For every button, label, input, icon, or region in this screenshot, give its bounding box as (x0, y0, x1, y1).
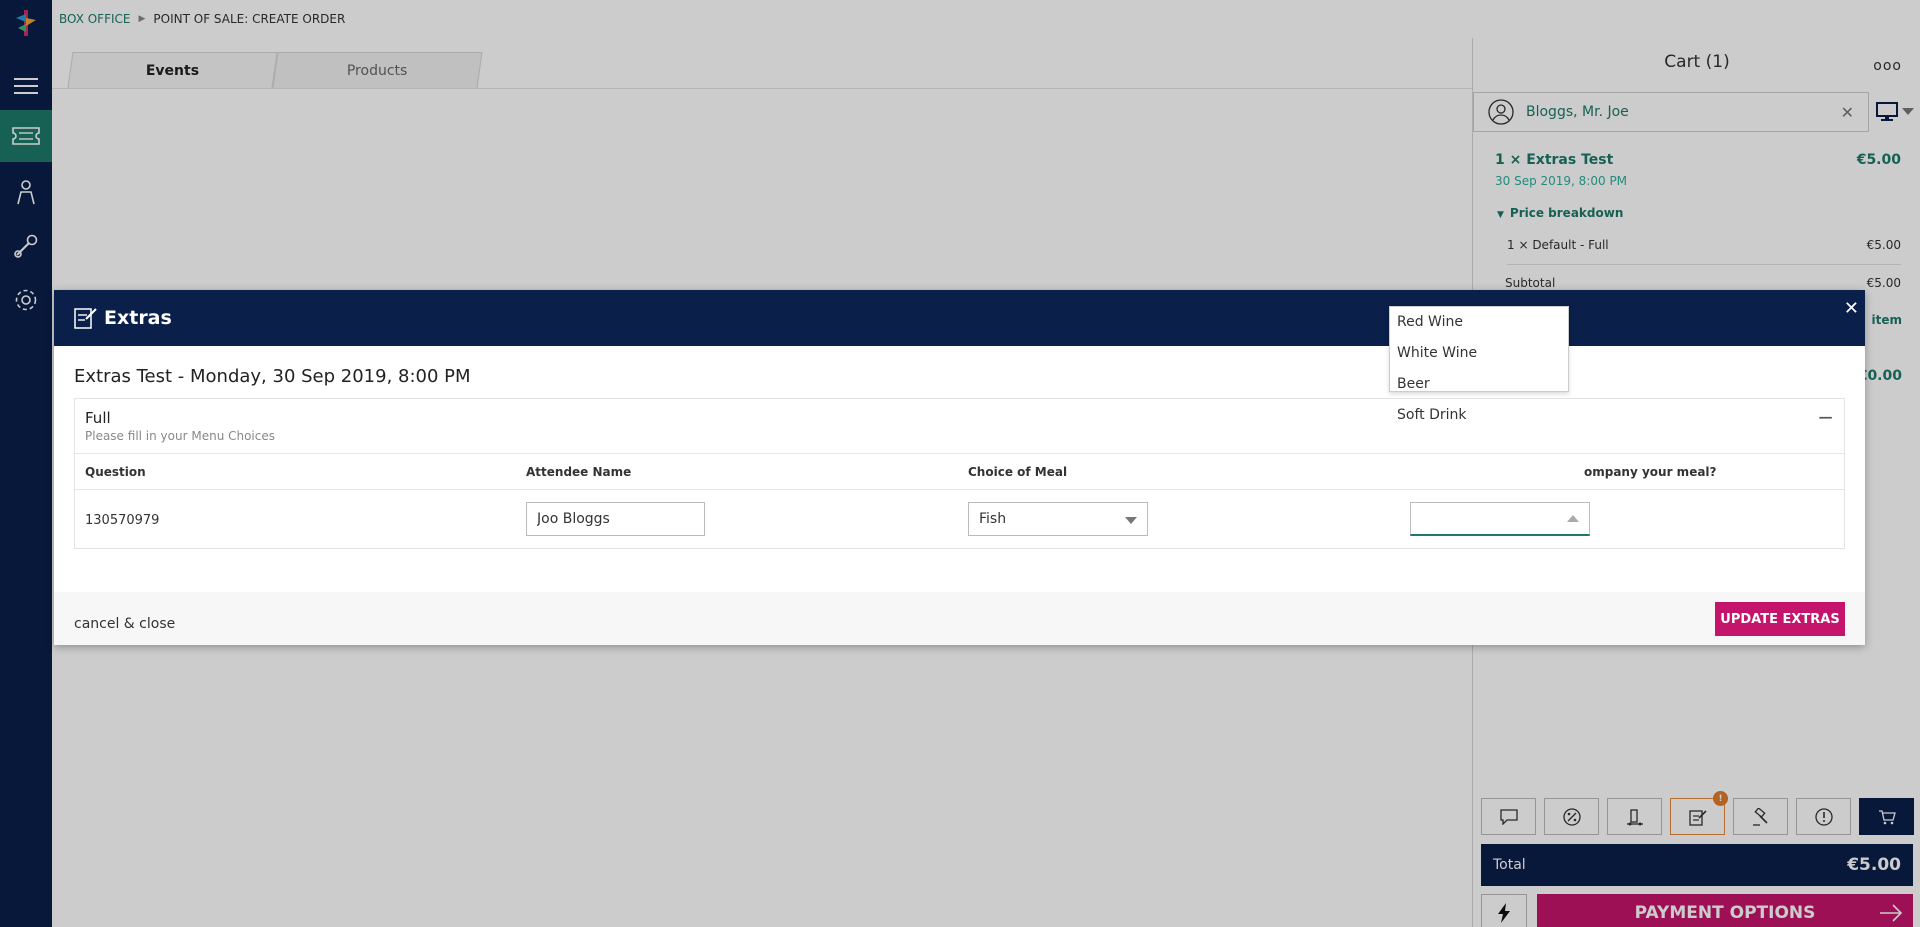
modal-title: Extras (104, 307, 172, 329)
drink-dropdown-menu: Red Wine White Wine Beer Soft Drink (1389, 306, 1569, 423)
header-divider (75, 453, 1844, 454)
drink-option[interactable]: White Wine (1390, 338, 1568, 369)
drink-option[interactable]: Beer (1390, 369, 1568, 400)
column-header-question: Question (85, 465, 146, 479)
extras-form-icon (74, 308, 97, 329)
extras-section: Full Please fill in your Menu Choices − … (74, 398, 1845, 549)
modal-footer: cancel & close UPDATE EXTRAS (54, 592, 1865, 645)
drink-select[interactable] (1410, 502, 1590, 536)
row-divider (75, 489, 1844, 490)
drink-option[interactable]: Red Wine (1390, 307, 1568, 338)
meal-select-value: Fish (979, 511, 1007, 527)
section-description: Please fill in your Menu Choices (85, 429, 276, 443)
attendee-name-input[interactable] (526, 502, 705, 536)
modal-header: Extras ✕ (54, 290, 1865, 346)
section-name: Full (85, 409, 111, 427)
column-header-attendee: Attendee Name (526, 465, 632, 479)
close-icon[interactable]: ✕ (1844, 298, 1859, 319)
update-extras-button[interactable]: UPDATE EXTRAS (1715, 602, 1845, 636)
drink-option[interactable]: Soft Drink (1390, 400, 1568, 431)
event-title: Extras Test - Monday, 30 Sep 2019, 8:00 … (74, 366, 471, 387)
extras-modal: Extras ✕ Extras Test - Monday, 30 Sep 20… (54, 290, 1865, 645)
meal-select[interactable]: Fish (968, 502, 1148, 536)
chevron-down-icon (1125, 517, 1137, 524)
question-id: 130570979 (85, 513, 160, 528)
cancel-close-link[interactable]: cancel & close (74, 616, 175, 632)
column-header-drink: ompany your meal? (1584, 465, 1717, 479)
chevron-up-icon (1567, 515, 1579, 522)
column-header-meal: Choice of Meal (968, 465, 1068, 479)
collapse-icon[interactable]: − (1817, 405, 1834, 429)
